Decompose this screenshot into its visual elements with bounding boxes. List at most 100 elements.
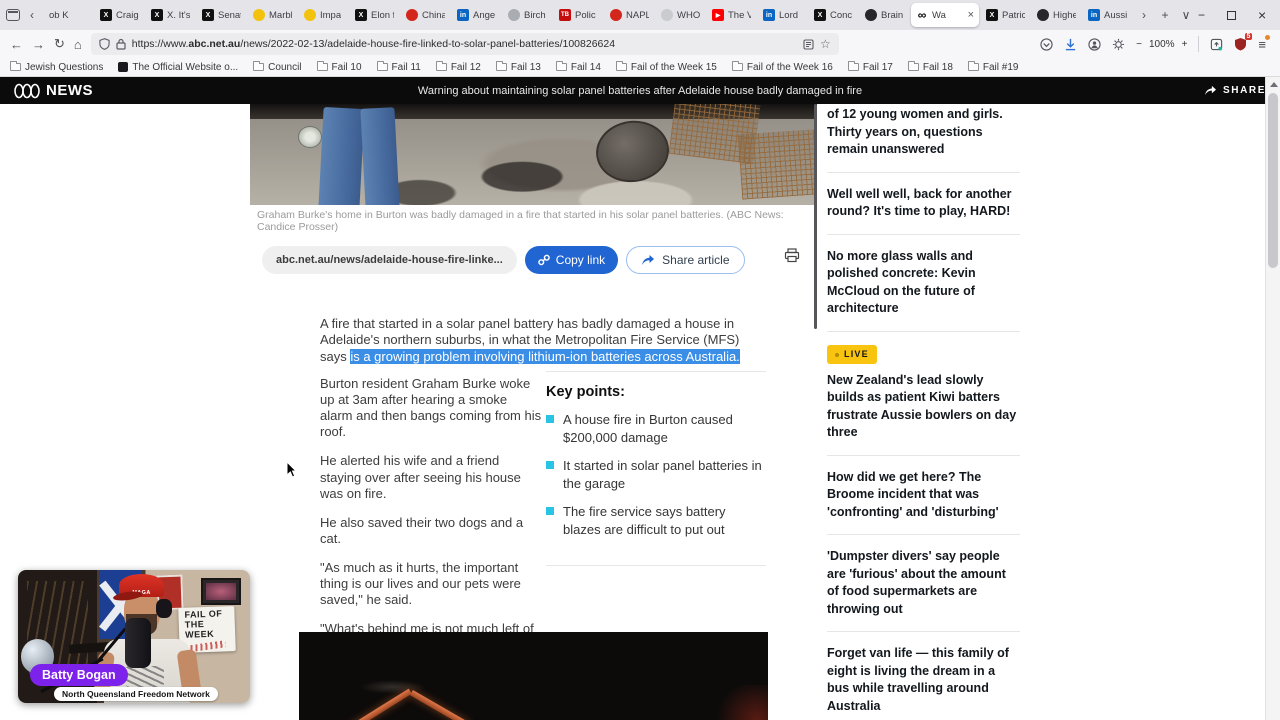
back-icon[interactable]: ← <box>10 37 23 52</box>
bookmark-item[interactable]: Fail 18 <box>907 61 953 73</box>
youtube-favicon-icon: ▶ <box>712 9 724 21</box>
bookmark-item[interactable]: Fail 14 <box>555 61 601 73</box>
browser-tab[interactable]: ∞ Wa × <box>911 3 979 27</box>
reader-mode-icon[interactable] <box>803 38 814 50</box>
sidebar-story-link[interactable]: Well well well, back for another round? … <box>827 171 1020 234</box>
browser-tab[interactable]: TB Polic <box>554 3 603 27</box>
bookmark-label: Jewish Questions <box>25 61 104 73</box>
article-paragraph: Burton resident Graham Burke woke up at … <box>320 376 542 440</box>
key-point-bullet-icon <box>546 461 554 470</box>
browser-tab[interactable]: in Lord <box>758 3 807 27</box>
article-url-pill[interactable]: abc.net.au/news/adelaide-house-fire-link… <box>262 246 517 274</box>
copy-link-label: Copy link <box>555 253 606 267</box>
pocket-icon[interactable] <box>1040 37 1053 51</box>
tab-scroll-right-icon[interactable]: › <box>1135 8 1153 22</box>
address-bar[interactable]: https://www.abc.net.au/news/2022-02-13/a… <box>90 33 839 55</box>
sidebar-story-title: Well well well, back for another round? … <box>827 186 1012 219</box>
url-text[interactable]: https://www.abc.net.au/news/2022-02-13/a… <box>132 38 797 50</box>
bookmark-item[interactable]: Fail #19 <box>967 61 1018 73</box>
tab-label: Ange <box>473 9 496 21</box>
tab-overflow-icon[interactable]: ∨ <box>1177 8 1195 22</box>
article-video-night-fire[interactable] <box>299 632 768 720</box>
browser-tab[interactable]: X Elon f <box>350 3 399 27</box>
bookmark-item[interactable]: Fail 17 <box>847 61 893 73</box>
zoom-level[interactable]: 100% <box>1149 39 1175 50</box>
tab-label: China <box>422 9 445 21</box>
key-point-bullet-icon <box>546 415 554 423</box>
browser-tab[interactable]: X Senat <box>197 3 246 27</box>
sidebar-scrollbar-thumb[interactable] <box>814 104 817 329</box>
restore-icon[interactable] <box>1227 10 1237 20</box>
folder-icon <box>316 61 328 71</box>
browser-tab[interactable]: in Aussi <box>1083 3 1132 27</box>
print-icon[interactable] <box>784 248 800 263</box>
settings-gear-icon[interactable] <box>1112 38 1125 51</box>
home-icon[interactable]: ⌂ <box>74 37 82 52</box>
lock-icon[interactable] <box>116 38 126 50</box>
lead-highlighted-text: is a growing problem involving lithium-i… <box>350 348 740 364</box>
tracking-shield-icon[interactable] <box>99 38 110 50</box>
browser-tab[interactable]: Brain <box>860 3 909 27</box>
browser-tab[interactable]: Impa <box>299 3 348 27</box>
bookmark-item[interactable]: Fail 11 <box>376 61 421 73</box>
bookmark-item[interactable]: Fail 13 <box>495 61 541 73</box>
bookmark-item[interactable]: The Official Website o... <box>118 62 238 73</box>
tab-scroll-left-icon[interactable]: ‹ <box>23 8 41 22</box>
page-scrollbar[interactable] <box>1265 77 1280 720</box>
ublock-badge: 5 <box>1244 33 1253 40</box>
sidebar-story-link[interactable]: How did we get here? The Broome incident… <box>827 454 1020 535</box>
sidebar-story-title: New Zealand's lead slowly builds as pati… <box>827 372 1017 440</box>
tab-label: Patric <box>1002 9 1025 21</box>
tab-close-icon[interactable]: × <box>968 9 974 21</box>
zoom-in-icon[interactable]: + <box>1182 39 1188 50</box>
reload-icon[interactable]: ↻ <box>54 36 65 52</box>
browser-tab[interactable]: X X. It's <box>146 3 195 27</box>
bookmark-label: Fail of the Week 16 <box>746 61 833 73</box>
browser-tab[interactable]: China <box>401 3 450 27</box>
browser-tab[interactable]: in Ange <box>452 3 501 27</box>
bookmark-star-icon[interactable]: ☆ <box>820 37 831 51</box>
ublock-shield-icon[interactable]: 5 <box>1234 33 1253 51</box>
sidebar-story-link[interactable]: Forget van life — this family of eight i… <box>827 631 1020 720</box>
minimize-icon[interactable]: − <box>1198 8 1205 22</box>
forward-icon[interactable]: → <box>32 37 45 52</box>
sidebar-story-title: Forget van life — this family of eight i… <box>827 646 1009 713</box>
yellow-favicon-icon <box>253 9 265 21</box>
firefox-view-icon[interactable] <box>6 9 20 21</box>
browser-tab[interactable]: Highe <box>1032 3 1081 27</box>
sidebar-story-link[interactable]: 'Dumpster divers' say people are 'furiou… <box>827 534 1020 631</box>
copy-link-button[interactable]: Copy link <box>524 246 619 274</box>
browser-tab[interactable]: X Craig <box>95 3 144 27</box>
browser-tab[interactable]: X Conc <box>809 3 858 27</box>
menu-icon[interactable]: ≡ <box>1258 34 1270 52</box>
browser-tab[interactable]: ▶ The V <box>707 3 756 27</box>
browser-tab[interactable]: NAPL <box>605 3 654 27</box>
downloads-icon[interactable] <box>1064 38 1077 51</box>
bookmark-item[interactable]: Fail of the Week 16 <box>731 61 833 73</box>
streamer-org-badge: North Queensland Freedom Network <box>54 687 218 701</box>
bookmark-item[interactable]: Fail 10 <box>316 61 362 73</box>
bookmark-item[interactable]: Fail 12 <box>435 61 481 73</box>
extension-icon[interactable] <box>1210 38 1223 51</box>
browser-tab[interactable]: Birch <box>503 3 552 27</box>
sidebar-story-link[interactable]: of 12 young women and girls. Thirty year… <box>827 100 1020 172</box>
page-scrollbar-thumb[interactable] <box>1268 93 1278 268</box>
sidebar-story-link[interactable]: LIVE New Zealand's lead slowly builds as … <box>827 330 1020 455</box>
sidebar-story-link[interactable]: No more glass walls and polished concret… <box>827 233 1020 331</box>
new-tab-icon[interactable]: + <box>1156 8 1174 22</box>
bookmark-item[interactable]: Council <box>253 61 302 73</box>
browser-tab[interactable]: Marbl <box>248 3 297 27</box>
scroll-up-arrow-icon[interactable] <box>1270 82 1278 87</box>
share-article-button[interactable]: Share article <box>626 246 745 274</box>
bookmark-item[interactable]: Fail of the Week 15 <box>615 61 717 73</box>
window-close-icon[interactable]: × <box>1258 7 1266 23</box>
zoom-out-icon[interactable]: − <box>1136 39 1142 50</box>
header-share-button[interactable]: SHARE <box>1204 85 1266 96</box>
browser-tab[interactable]: X Patric <box>981 3 1030 27</box>
bookmark-item[interactable]: Jewish Questions <box>10 61 104 73</box>
account-icon[interactable] <box>1088 37 1101 51</box>
browser-tab[interactable]: ob K <box>44 3 93 27</box>
folder-icon <box>435 61 447 71</box>
browser-tab[interactable]: WHO <box>656 3 705 27</box>
abc-favicon-icon: ∞ <box>917 8 927 22</box>
